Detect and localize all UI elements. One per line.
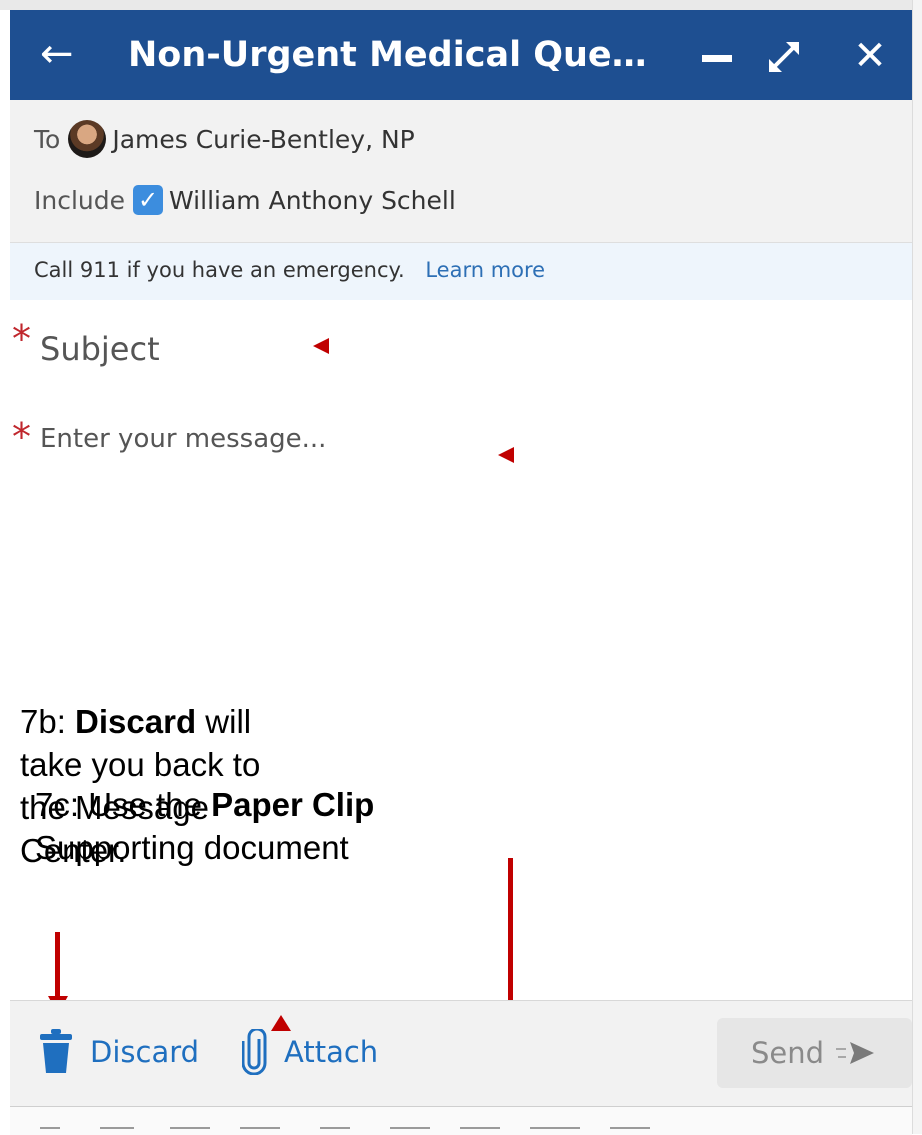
window-right-border bbox=[912, 0, 922, 1134]
send-arrow-icon bbox=[836, 1042, 875, 1064]
close-icon: ✕ bbox=[853, 33, 887, 79]
strip-mark bbox=[100, 1127, 134, 1129]
include-label: Include bbox=[34, 185, 126, 215]
avatar bbox=[68, 120, 107, 158]
title-bar: ← Non-Urgent Medical Que… ✕ bbox=[10, 10, 912, 100]
subject-required-marker: * bbox=[12, 317, 31, 361]
strip-mark bbox=[610, 1127, 650, 1129]
expand-button[interactable] bbox=[764, 28, 804, 84]
window-top-border bbox=[0, 0, 922, 10]
discard-button[interactable]: Discard bbox=[38, 1029, 199, 1075]
message-arrow-marker bbox=[498, 447, 514, 463]
attach-annotation: 7c: Use the Paper Clip Supporting docume… bbox=[35, 786, 375, 866]
to-label: To bbox=[34, 124, 61, 154]
message-header: To James Curie-Bentley, NP Include ✓ Wil… bbox=[10, 100, 912, 243]
include-name: William Anthony Schell bbox=[169, 185, 456, 215]
strip-mark bbox=[390, 1127, 430, 1129]
emergency-text: Call 911 if you have an emergency. bbox=[34, 258, 405, 282]
include-checkbox[interactable]: ✓ bbox=[133, 185, 164, 215]
attach-button[interactable]: Attach bbox=[242, 1029, 378, 1075]
message-placeholder: Enter your message... bbox=[40, 424, 327, 454]
message-textarea[interactable]: Enter your message... bbox=[40, 424, 840, 714]
attach-label: Attach bbox=[284, 1035, 379, 1069]
compose-footer: Discard Attach Send bbox=[10, 1000, 912, 1106]
subject-placeholder: Subject bbox=[40, 330, 160, 368]
subject-arrow-marker bbox=[313, 338, 329, 354]
strip-mark bbox=[460, 1127, 500, 1129]
attach-arrow-marker bbox=[271, 1015, 291, 1031]
strip-mark bbox=[530, 1127, 580, 1129]
strip-mark bbox=[170, 1127, 210, 1129]
minimize-icon bbox=[702, 55, 732, 62]
discard-label: Discard bbox=[90, 1035, 200, 1069]
recipient-name: James Curie-Bentley, NP bbox=[112, 124, 415, 154]
strip-mark bbox=[320, 1127, 350, 1129]
discard-arrow-line bbox=[55, 932, 60, 1000]
expand-icon bbox=[769, 42, 799, 72]
bottom-strip bbox=[10, 1106, 912, 1135]
attach-pointer-line bbox=[508, 858, 513, 1023]
learn-more-link[interactable]: Learn more bbox=[425, 258, 545, 282]
strip-mark bbox=[40, 1127, 60, 1129]
to-row: To James Curie-Bentley, NP bbox=[34, 120, 415, 158]
close-button[interactable]: ✕ bbox=[850, 28, 890, 84]
trash-icon bbox=[40, 1029, 72, 1073]
minimize-button[interactable] bbox=[698, 28, 738, 84]
paperclip-icon bbox=[242, 1029, 267, 1075]
subject-input[interactable]: Subject bbox=[40, 330, 640, 382]
back-arrow-icon[interactable]: ← bbox=[40, 24, 74, 84]
window-title: Non-Urgent Medical Que… bbox=[128, 35, 647, 75]
emergency-banner: Call 911 if you have an emergency. Learn… bbox=[10, 243, 912, 300]
send-label: Send bbox=[750, 1036, 825, 1070]
strip-mark bbox=[240, 1127, 280, 1129]
message-required-marker: * bbox=[12, 415, 31, 459]
send-button[interactable]: Send bbox=[717, 1018, 912, 1088]
include-row: Include ✓ William Anthony Schell bbox=[34, 185, 456, 215]
